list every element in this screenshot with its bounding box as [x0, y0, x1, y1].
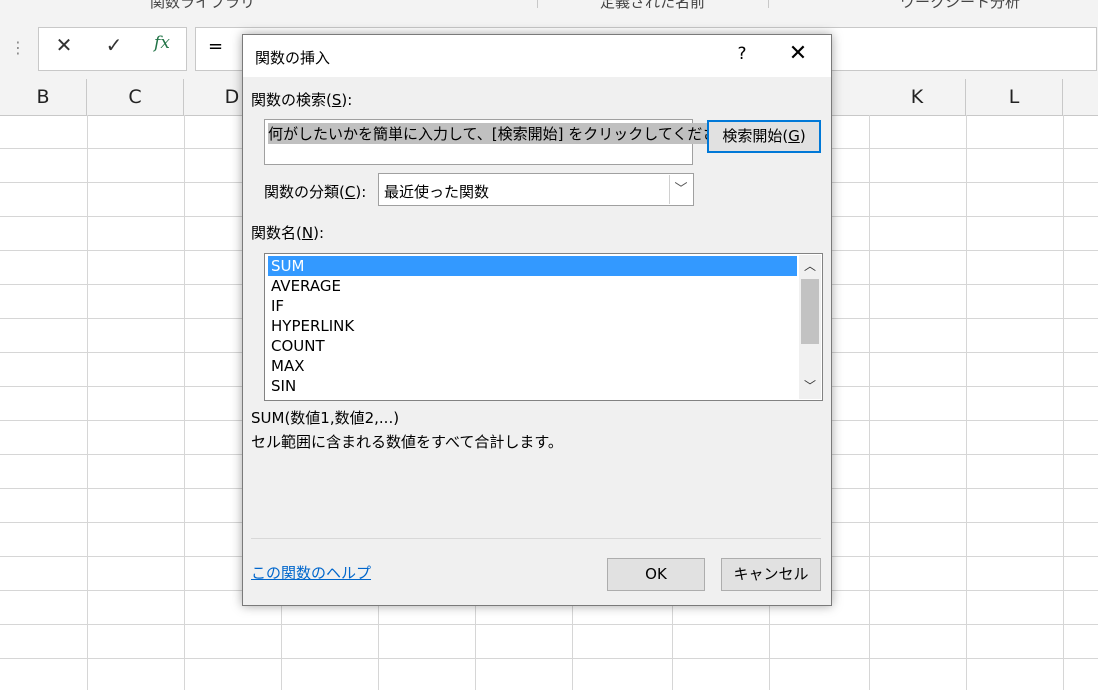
ribbon-group-function-library[interactable]: 関数ライブラリ: [150, 0, 255, 12]
ribbon-group-formula-auditing[interactable]: ワークシート分析: [900, 0, 1020, 12]
insert-function-dialog: 関数の挿入 ? ✕ 関数の検索(S): 何がしたいかを簡単に入力して、[検索開始…: [242, 34, 832, 606]
category-select[interactable]: 最近使った関数 ﹀: [378, 173, 694, 206]
help-button[interactable]: ?: [727, 44, 757, 64]
grid-line: [87, 115, 88, 690]
column-header-c[interactable]: C: [87, 79, 184, 115]
category-value: 最近使った関数: [384, 183, 490, 201]
list-item[interactable]: HYPERLINK: [268, 316, 797, 336]
formula-text: =: [208, 36, 224, 57]
search-label: 関数の検索(S):: [251, 91, 353, 109]
dialog-title-bar[interactable]: 関数の挿入 ? ✕: [243, 35, 831, 77]
chevron-down-icon[interactable]: ﹀: [799, 377, 821, 394]
divider: [251, 538, 821, 539]
close-icon[interactable]: ✕: [783, 41, 813, 66]
cancel-icon[interactable]: ✕: [49, 33, 79, 57]
search-button[interactable]: 検索開始(G): [707, 120, 821, 153]
ok-button[interactable]: OK: [607, 558, 705, 591]
column-header-l[interactable]: L: [966, 79, 1063, 115]
ribbon-separator: [537, 0, 538, 8]
cancel-button[interactable]: キャンセル: [721, 558, 821, 591]
chevron-down-icon[interactable]: ﹀: [669, 175, 692, 204]
formula-buttons: ✕ ✓ fx: [38, 27, 187, 71]
function-syntax: SUM(数値1,数値2,...): [251, 409, 400, 427]
list-item[interactable]: IF: [268, 296, 797, 316]
list-item[interactable]: SUM: [268, 256, 797, 276]
grid-line: [869, 115, 870, 690]
insert-function-icon[interactable]: fx: [147, 33, 177, 53]
function-help-link[interactable]: この関数のヘルプ: [251, 562, 371, 583]
dialog-title: 関数の挿入: [255, 49, 331, 67]
scrollbar[interactable]: ︿ ﹀: [799, 255, 821, 399]
function-list[interactable]: SUM AVERAGE IF HYPERLINK COUNT MAX SIN ︿…: [264, 253, 823, 401]
ribbon-group-defined-names[interactable]: 定義された名前: [600, 0, 705, 12]
ribbon-separator: [768, 0, 769, 8]
list-item[interactable]: MAX: [268, 356, 797, 376]
function-list-label: 関数名(N):: [251, 224, 324, 242]
list-item[interactable]: COUNT: [268, 336, 797, 356]
list-item[interactable]: AVERAGE: [268, 276, 797, 296]
enter-icon[interactable]: ✓: [99, 33, 129, 57]
list-item[interactable]: SIN: [268, 376, 797, 396]
search-input-text: 何がしたいかを簡単に入力して、[検索開始] をクリックしてください。: [268, 123, 748, 144]
function-description: セル範囲に含まれる数値をすべて合計します。: [251, 433, 563, 451]
chevron-up-icon[interactable]: ︿: [799, 257, 821, 274]
grid-line: [966, 115, 967, 690]
ribbon-strip: 関数ライブラリ 定義された名前 ワークシート分析: [0, 0, 1098, 25]
column-header-b[interactable]: B: [0, 79, 87, 115]
grid-line: [1063, 115, 1064, 690]
category-label: 関数の分類(C):: [264, 183, 367, 201]
search-input[interactable]: 何がしたいかを簡単に入力して、[検索開始] をクリックしてください。: [264, 119, 748, 165]
column-header-k[interactable]: K: [869, 79, 966, 115]
grip-icon[interactable]: ⋮: [10, 38, 26, 57]
grid-line: [184, 115, 185, 690]
scrollbar-thumb[interactable]: [801, 279, 819, 344]
